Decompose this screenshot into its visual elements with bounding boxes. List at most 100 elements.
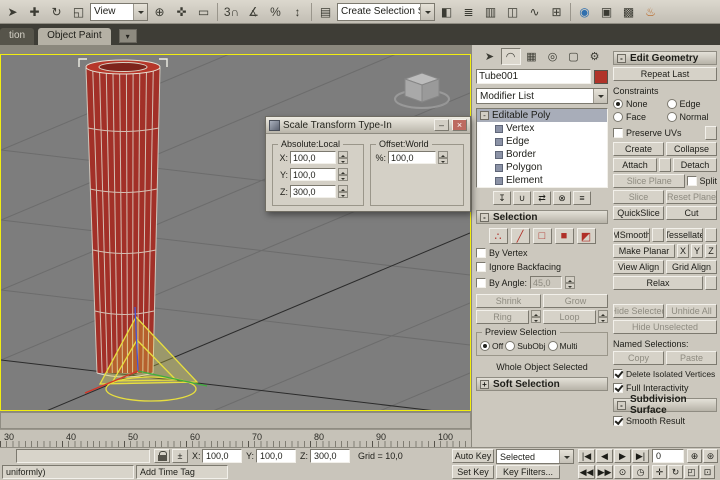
slice-plane-button[interactable]: Slice Plane	[613, 174, 685, 188]
collapse-icon[interactable]: -	[617, 401, 626, 410]
split-checkbox[interactable]	[687, 176, 697, 186]
offset-percent-spinner[interactable]	[438, 151, 448, 164]
by-vertex-checkbox[interactable]	[476, 248, 486, 258]
select-object-icon[interactable]: ➤	[2, 2, 23, 22]
edit-named-selection-sets-icon[interactable]: ▤	[315, 2, 336, 22]
chevron-down-icon[interactable]	[420, 4, 434, 20]
pan-icon[interactable]: ✛	[652, 465, 667, 479]
object-name-field[interactable]: Tube001	[476, 69, 591, 84]
tab-modify-icon[interactable]: ◠	[501, 48, 521, 65]
preview-off-radio[interactable]	[480, 341, 490, 351]
absolute-y-spinner[interactable]	[338, 168, 348, 181]
stack-item-edge[interactable]: Edge	[477, 135, 607, 148]
spinner-snap-icon[interactable]: ↕	[287, 2, 308, 22]
configure-modifier-sets-icon[interactable]: ≡	[573, 191, 591, 205]
snaps-toggle-icon[interactable]: 3∩	[221, 2, 242, 22]
ribbon-tab-selection-partial[interactable]: tion	[0, 28, 34, 45]
smooth-result-checkbox[interactable]	[613, 416, 623, 426]
dialog-title-bar[interactable]: Scale Transform Type-In – ×	[266, 117, 470, 134]
viewport-perspective[interactable]	[0, 54, 471, 411]
stack-item-editable-poly[interactable]: - Editable Poly	[477, 109, 607, 122]
offset-percent-field[interactable]: 100,0	[388, 151, 436, 164]
detach-button[interactable]: Detach	[673, 158, 717, 172]
cut-button[interactable]: Cut	[666, 206, 717, 220]
zoom-icon[interactable]: ⊕	[687, 449, 702, 463]
render-production-icon[interactable]: ♨	[640, 2, 661, 22]
loop-spinner[interactable]	[598, 310, 608, 323]
msmooth-button[interactable]: MSmooth	[613, 228, 650, 242]
ring-button[interactable]: Ring	[476, 310, 529, 324]
make-planar-button[interactable]: Make Planar	[613, 244, 675, 258]
go-to-end-button[interactable]: ▶|	[632, 449, 649, 463]
copy-button[interactable]: Copy	[613, 351, 664, 365]
full-interactivity-checkbox[interactable]	[613, 383, 623, 393]
set-key-button[interactable]: Set Key	[452, 465, 494, 479]
stack-item-element[interactable]: Element	[477, 174, 607, 187]
coord-z-field[interactable]: 300,0	[310, 449, 350, 463]
key-filters-button[interactable]: Key Filters...	[496, 465, 560, 479]
shrink-button[interactable]: Shrink	[476, 294, 541, 308]
create-button[interactable]: Create	[613, 142, 664, 156]
tab-hierarchy-icon[interactable]: ▦	[522, 48, 542, 65]
play-button[interactable]: ▶	[614, 449, 631, 463]
paste-button[interactable]: Paste	[666, 351, 717, 365]
quickslice-button[interactable]: QuickSlice	[613, 206, 664, 220]
by-angle-field[interactable]: 45,0	[530, 276, 562, 289]
msmooth-settings-button[interactable]	[652, 228, 664, 242]
slice-button[interactable]: Slice	[613, 190, 664, 204]
stack-item-polygon[interactable]: Polygon	[477, 161, 607, 174]
mirror-icon[interactable]: ◧	[436, 2, 457, 22]
absolute-z-spinner[interactable]	[338, 185, 348, 198]
edit-geometry-rollout-header[interactable]: - Edit Geometry	[613, 51, 717, 65]
absolute-mode-toggle[interactable]: ±	[172, 449, 188, 463]
select-and-rotate-icon[interactable]: ↻	[46, 2, 67, 22]
loop-button[interactable]: Loop	[543, 310, 596, 324]
remove-modifier-icon[interactable]: ⊗	[553, 191, 571, 205]
view-align-button[interactable]: View Align	[613, 260, 664, 274]
angle-snap-icon[interactable]: ∡	[243, 2, 264, 22]
ribbon-minimize-icon[interactable]: ▾	[119, 29, 137, 43]
attach-list-button[interactable]	[659, 158, 671, 172]
by-angle-spinner[interactable]	[565, 276, 575, 289]
element-subobject-icon[interactable]: ◩	[577, 228, 596, 244]
repeat-last-button[interactable]: Repeat Last	[613, 67, 717, 81]
stack-item-border[interactable]: Border	[477, 148, 607, 161]
tab-create-icon[interactable]: ➤	[480, 48, 500, 65]
grow-button[interactable]: Grow	[543, 294, 608, 308]
constraint-normal-radio[interactable]	[667, 112, 677, 122]
select-and-manipulate-icon[interactable]: ✜	[171, 2, 192, 22]
make-planar-z-button[interactable]: Z	[705, 244, 717, 258]
tab-display-icon[interactable]: ▢	[564, 48, 584, 65]
use-pivot-point-center-icon[interactable]: ⊕	[149, 2, 170, 22]
graphite-ribbon-toggle-icon[interactable]: ◫	[502, 2, 523, 22]
zoom-all-icon[interactable]: ⊛	[703, 449, 718, 463]
absolute-y-field[interactable]: 100,0	[290, 168, 336, 181]
current-frame-field[interactable]: 0	[652, 449, 684, 463]
close-icon[interactable]: ×	[452, 119, 467, 131]
curve-editor-icon[interactable]: ∿	[524, 2, 545, 22]
absolute-x-spinner[interactable]	[338, 151, 348, 164]
object-color-swatch[interactable]	[594, 70, 608, 84]
maximize-viewport-icon[interactable]: ◰	[684, 465, 699, 479]
modifier-list-dropdown[interactable]: Modifier List	[476, 88, 608, 104]
render-setup-icon[interactable]: ▣	[596, 2, 617, 22]
align-icon[interactable]: ≣	[458, 2, 479, 22]
next-key-button[interactable]: ▶▶	[596, 465, 613, 479]
unhide-all-button[interactable]: Unhide All	[666, 304, 717, 318]
absolute-z-field[interactable]: 300,0	[290, 185, 336, 198]
stack-expander-icon[interactable]: -	[480, 111, 489, 120]
coord-x-field[interactable]: 100,0	[202, 449, 242, 463]
time-slider[interactable]	[0, 412, 471, 429]
chevron-down-icon[interactable]	[133, 4, 147, 20]
ribbon-tab-object-paint[interactable]: Object Paint	[38, 28, 110, 45]
select-and-move-icon[interactable]: ✚	[24, 2, 45, 22]
constraint-face-radio[interactable]	[613, 112, 623, 122]
collapse-icon[interactable]: -	[480, 213, 489, 222]
tab-utilities-icon[interactable]: ⚙	[585, 48, 605, 65]
keyboard-shortcut-override-icon[interactable]: ▭	[193, 2, 214, 22]
previous-key-button[interactable]: ◀◀	[578, 465, 595, 479]
relax-button[interactable]: Relax	[613, 276, 703, 290]
chevron-down-icon[interactable]	[593, 89, 607, 103]
attach-button[interactable]: Attach	[613, 158, 657, 172]
by-angle-checkbox[interactable]	[476, 278, 486, 288]
